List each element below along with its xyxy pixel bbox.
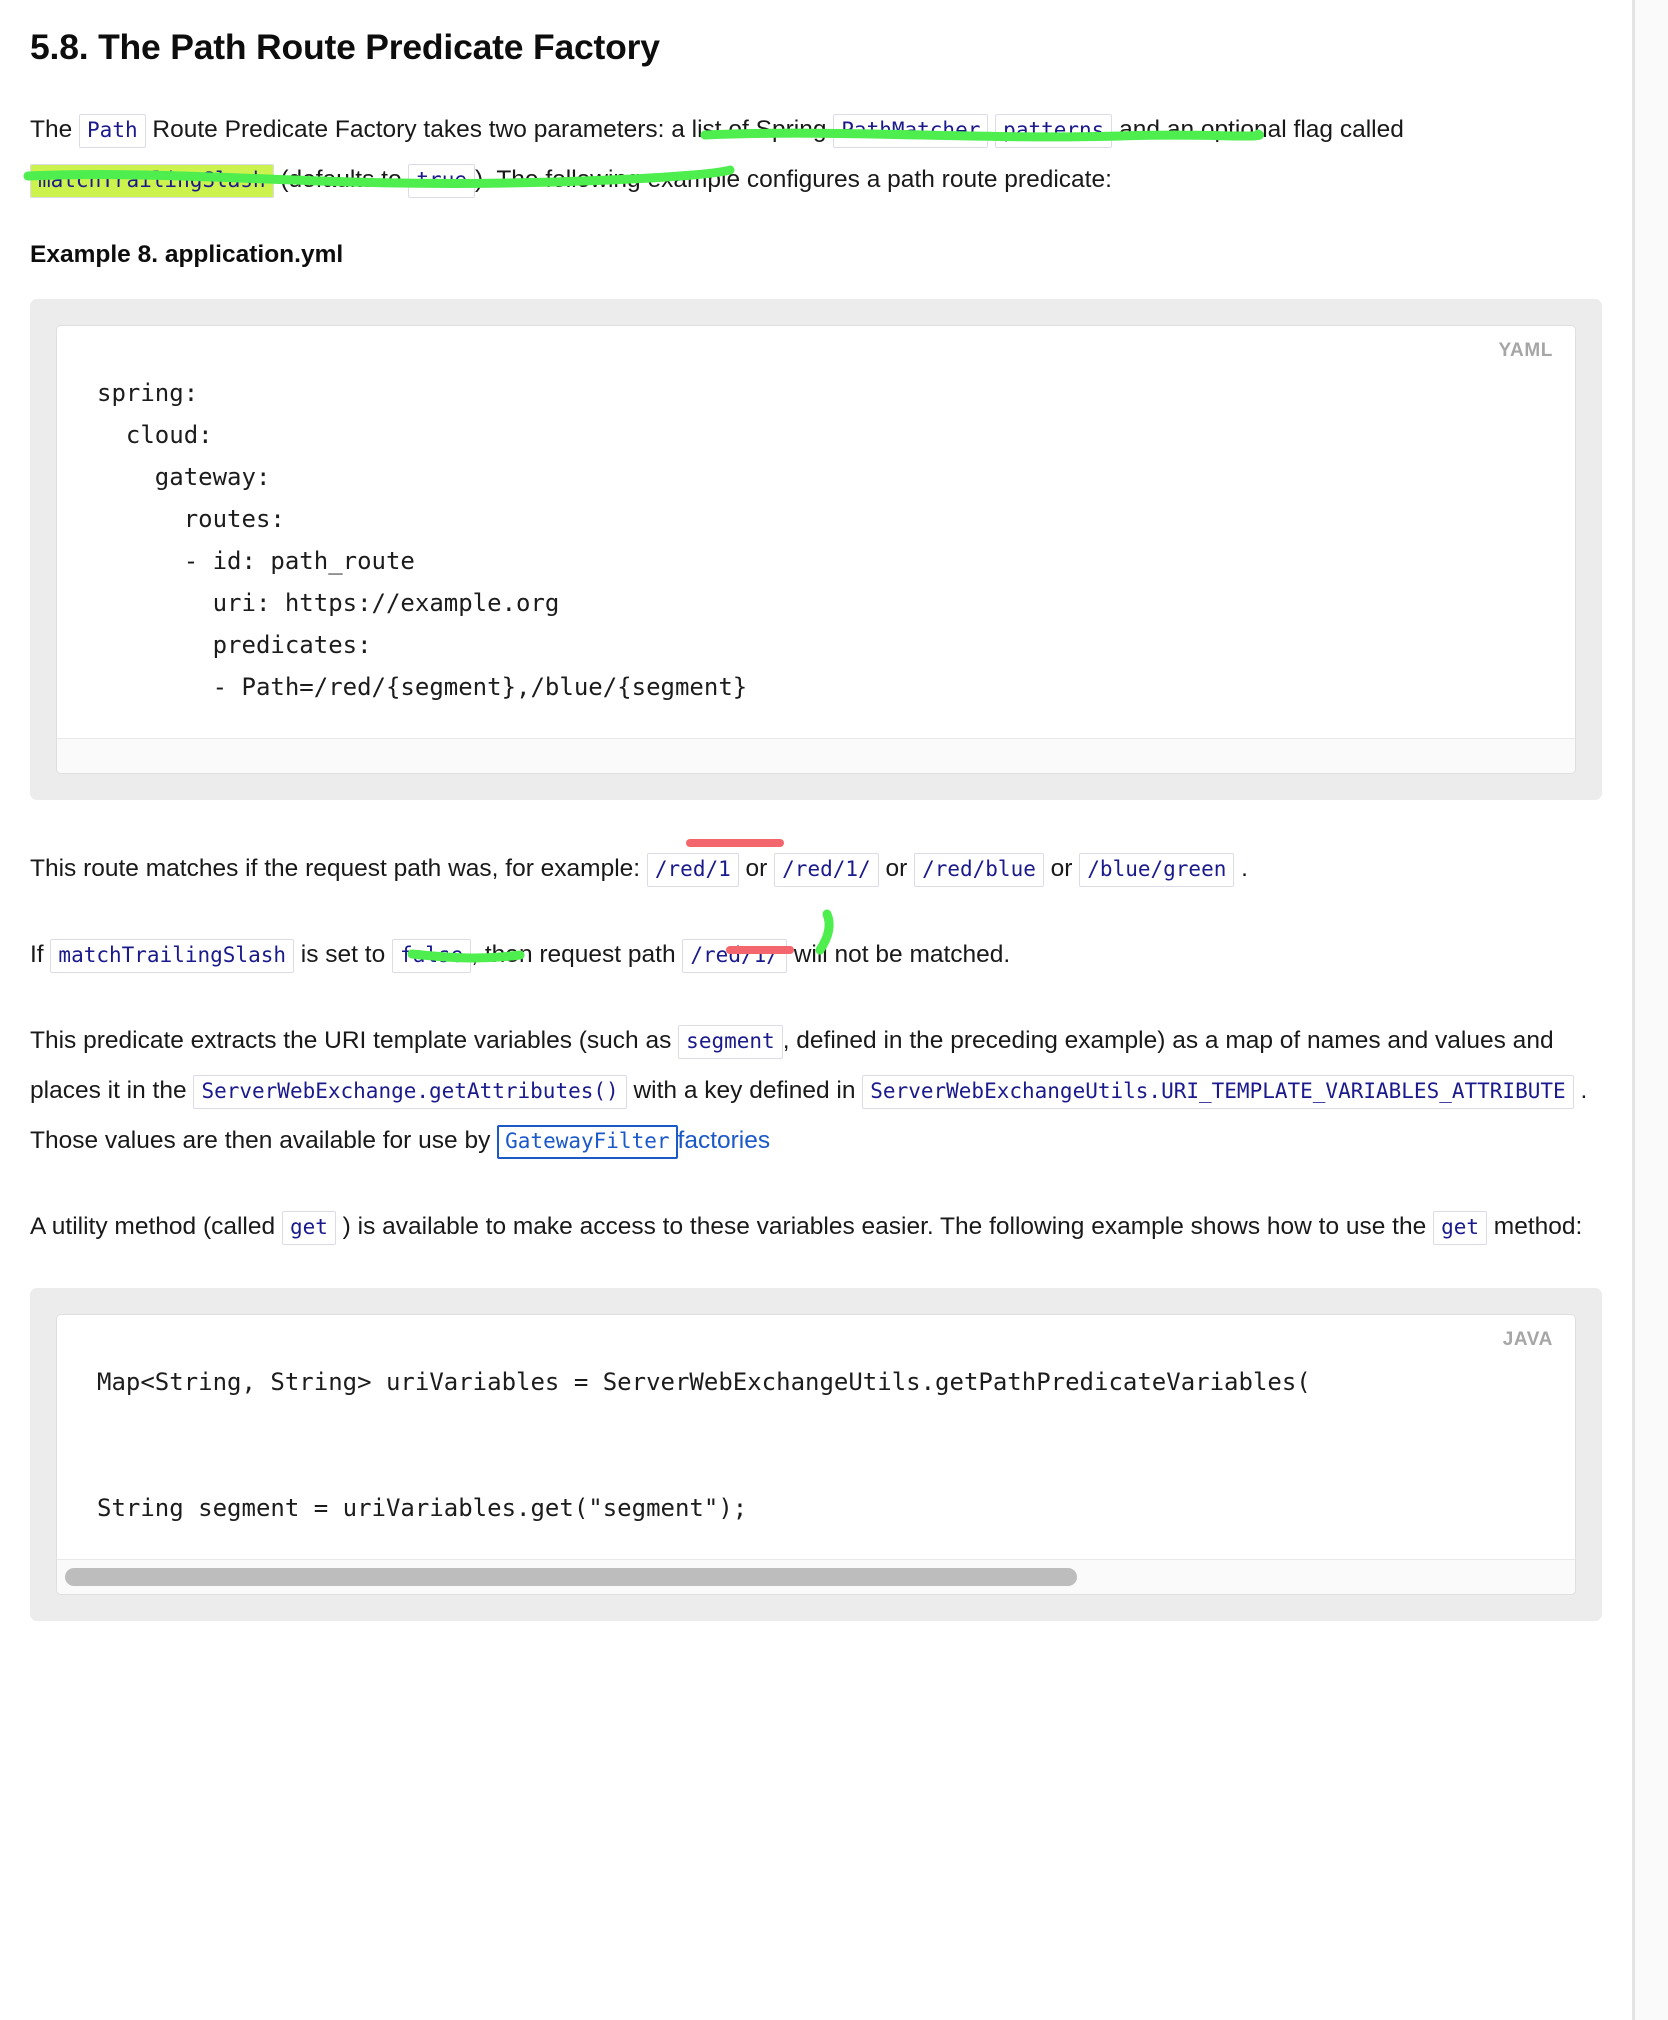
code-chip-red-1[interactable]: /red/1: [646, 852, 739, 887]
text-fragment: A utility method (called: [30, 1212, 282, 1240]
text-fragment: or: [878, 854, 915, 882]
text-fragment: or: [1043, 854, 1080, 882]
text-fragment: method:: [1487, 1212, 1583, 1240]
code-chip-red-1-slash[interactable]: /red/1/: [774, 852, 879, 887]
text-fragment: ). The following example configures a pa…: [474, 165, 1112, 193]
text-fragment: or: [738, 854, 775, 882]
code-chip-gatewayfilter[interactable]: GatewayFilter: [497, 1124, 678, 1159]
text-fragment: and an optional flag called: [1112, 115, 1404, 143]
code-content-yaml[interactable]: spring: cloud: gateway: routes: - id: pa…: [57, 326, 1575, 738]
paragraph-utility-method: A utility method (called get ) is availa…: [30, 1202, 1602, 1252]
document-page: 5.8. The Path Route Predicate Factory Th…: [0, 0, 1632, 2020]
code-chip-red-blue[interactable]: /red/blue: [914, 852, 1044, 887]
page-title: 5.8. The Path Route Predicate Factory: [30, 27, 660, 67]
paragraph-intro: The Path Route Predicate Factory takes t…: [30, 105, 1602, 205]
code-chip-get[interactable]: get: [281, 1210, 336, 1245]
document-content: 5.8. The Path Route Predicate Factory Th…: [30, 0, 1602, 1621]
code-chip-blue-green[interactable]: /blue/green: [1079, 852, 1235, 887]
text-fragment: will not be matched.: [786, 940, 1011, 968]
text-fragment: ) is available to make access to these v…: [335, 1212, 1434, 1240]
code-chip-matchtrailingslash[interactable]: matchTrailingSlash: [30, 163, 274, 198]
horizontal-scrollbar-yaml[interactable]: [57, 737, 1575, 773]
listing-block-java: JAVA Map<String, String> uriVariables = …: [30, 1287, 1602, 1621]
listing-inner-java: JAVA Map<String, String> uriVariables = …: [56, 1313, 1576, 1595]
language-label-java: JAVA: [1502, 1328, 1553, 1350]
code-chip-true[interactable]: true: [408, 163, 475, 198]
text-fragment: .: [1234, 854, 1248, 882]
code-chip-get-2[interactable]: get: [1433, 1210, 1487, 1245]
scrollbar-thumb-java[interactable]: [65, 1567, 1077, 1586]
paragraph-matches: This route matches if the request path w…: [30, 844, 1602, 894]
text-fragment: Route Predicate Factory takes two parame…: [145, 115, 834, 143]
code-content-java[interactable]: Map<String, String> uriVariables = Serve…: [57, 1315, 1575, 1559]
listing-inner-yaml: YAML spring: cloud: gateway: routes: - i…: [56, 324, 1576, 774]
text-fragment: , then request path: [471, 940, 683, 968]
text-fragment: (defaults to: [273, 165, 409, 193]
example-caption-yaml: Example 8. application.yml: [30, 240, 344, 268]
text-fragment: If: [30, 940, 51, 968]
window-scroll-gutter[interactable]: [1632, 0, 1668, 2020]
paragraph-uri-variables: This predicate extracts the URI template…: [30, 1016, 1602, 1166]
text-fragment: The: [30, 115, 80, 143]
code-chip-matchtrailingslash-2[interactable]: matchTrailingSlash: [50, 938, 294, 973]
horizontal-scrollbar-java[interactable]: [57, 1558, 1575, 1594]
link-gatewayfilter-factories[interactable]: factories: [678, 1127, 771, 1154]
language-label-yaml: YAML: [1498, 339, 1553, 361]
code-chip-segment[interactable]: segment: [678, 1024, 783, 1059]
code-chip-false[interactable]: false: [392, 938, 472, 973]
text-fragment: with a key defined in: [626, 1076, 863, 1104]
code-chip-getattributes[interactable]: ServerWebExchange.getAttributes(): [193, 1074, 627, 1109]
code-chip-patterns[interactable]: patterns: [995, 113, 1113, 148]
text-fragment: This predicate extracts the URI template…: [30, 1026, 679, 1054]
code-chip-pathmatcher[interactable]: PathMatcher: [833, 113, 989, 148]
text-fragment: is set to: [294, 940, 393, 968]
text-fragment: This route matches if the request path w…: [30, 854, 647, 882]
paragraph-trailing-slash: If matchTrailingSlash is set to false, t…: [30, 930, 1602, 980]
listing-block-yaml: YAML spring: cloud: gateway: routes: - i…: [30, 298, 1602, 800]
code-chip-uri-template-variables-attribute[interactable]: ServerWebExchangeUtils.URI_TEMPLATE_VARI…: [862, 1074, 1574, 1109]
code-chip-red-1-slash-2[interactable]: /red/1/: [682, 938, 787, 973]
code-chip-path[interactable]: Path: [79, 113, 146, 148]
